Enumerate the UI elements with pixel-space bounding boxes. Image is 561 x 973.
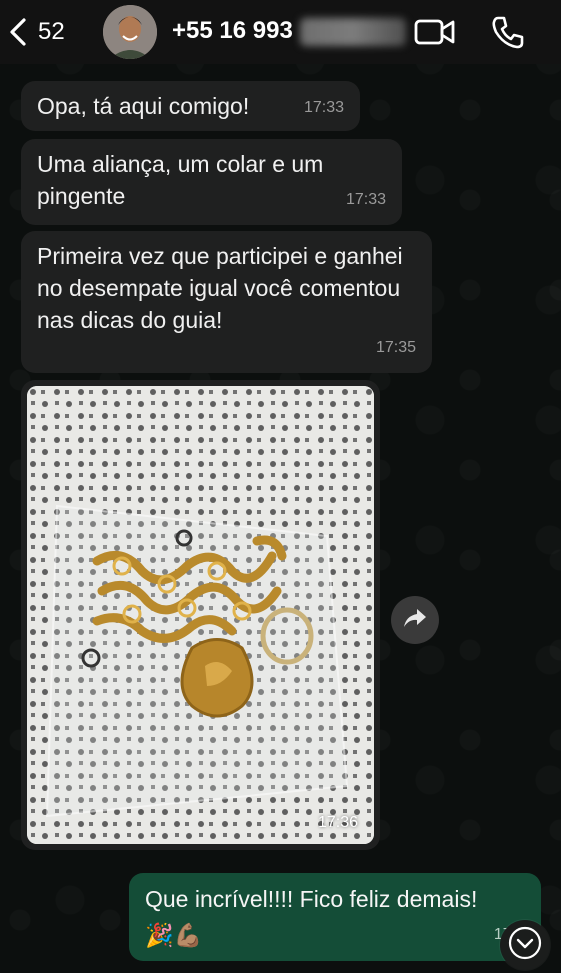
chat-header: 52 +55 16 993 [0, 0, 561, 64]
chevron-down-circle-icon [508, 926, 542, 965]
voice-call-button[interactable] [490, 14, 526, 50]
phone-icon [490, 16, 526, 54]
back-button[interactable]: 52 [8, 12, 88, 52]
message-text: Uma aliança, um colar e um pingente [37, 151, 324, 209]
image-message-bubble[interactable]: 17:36 [21, 380, 380, 850]
forward-button[interactable] [391, 596, 439, 644]
video-camera-icon [414, 19, 456, 52]
message-bubble-incoming[interactable]: Primeira vez que participei e ganhei no … [21, 231, 432, 373]
message-bubble-incoming[interactable]: Uma aliança, um colar e um pingente 17:3… [21, 139, 402, 225]
forward-arrow-icon [403, 607, 427, 634]
message-bubble-outgoing[interactable]: Que incrível!!!! Fico feliz demais! 🎉💪🏽 … [129, 873, 541, 961]
emoji-text: 🎉💪🏽 [145, 922, 203, 948]
unread-count: 52 [38, 18, 65, 45]
scroll-to-bottom-button[interactable] [500, 920, 550, 970]
message-time: 17:35 [375, 339, 416, 356]
message-time: 17:33 [345, 191, 386, 208]
message-text: Primeira vez que participei e ganhei no … [37, 243, 403, 333]
message-text: Que incrível!!!! Fico feliz demais! [145, 886, 478, 912]
jewelry-photo[interactable]: 17:36 [27, 386, 374, 844]
redacted-number [300, 18, 406, 46]
message-time: 17:33 [303, 99, 344, 116]
message-time: 17:36 [317, 814, 358, 831]
video-call-button[interactable] [414, 16, 456, 48]
message-text: Opa, tá aqui comigo! [37, 93, 250, 119]
chevron-left-icon [8, 17, 28, 47]
message-bubble-incoming[interactable]: Opa, tá aqui comigo! 17:33 [21, 81, 360, 131]
contact-name[interactable]: +55 16 993 [172, 17, 293, 45]
avatar[interactable] [103, 5, 157, 59]
